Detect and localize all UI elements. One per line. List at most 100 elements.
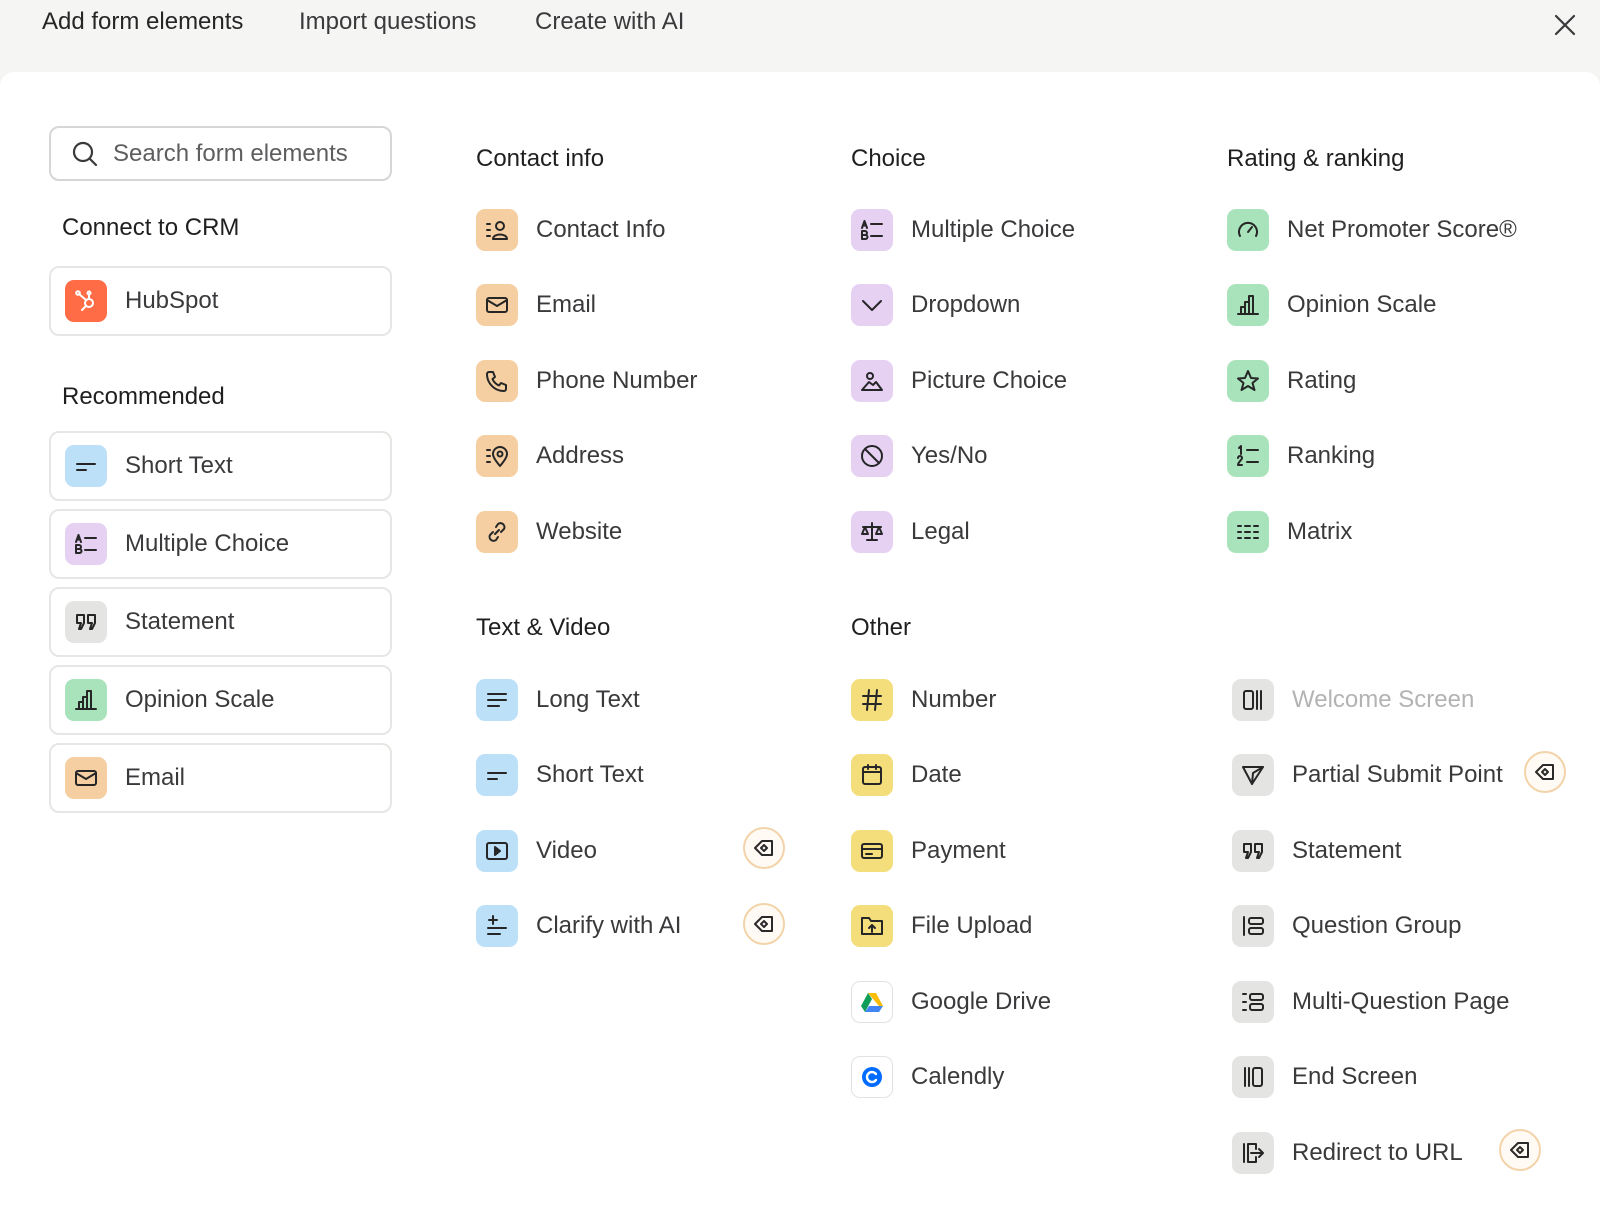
recommended-heading: Recommended [62,383,225,410]
element-short-text[interactable]: Short Text [476,753,644,797]
element-statement-label: Statement [1292,837,1402,864]
recommended-email[interactable]: Email [49,743,392,813]
short-text-icon [65,445,107,487]
element-long-text[interactable]: Long Text [476,678,640,722]
element-opinion-scale[interactable]: Opinion Scale [1227,283,1436,327]
element-dropdown[interactable]: Dropdown [851,283,1020,327]
element-long-text-label: Long Text [536,686,640,713]
element-picture-choice[interactable]: Picture Choice [851,359,1067,403]
element-number-label: Number [911,686,997,713]
bar-chart-icon [65,679,107,721]
element-multiple-choice[interactable]: Multiple Choice [851,208,1075,252]
element-number[interactable]: Number [851,678,996,722]
hubspot-icon [65,280,107,322]
element-calendly-label: Calendly [911,1063,1005,1090]
element-welcome-screen-label: Welcome Screen [1292,686,1475,713]
premium-badge[interactable] [1499,1129,1541,1171]
element-partial-submit-point[interactable]: Partial Submit Point [1232,753,1503,797]
contact-card-icon [476,209,518,251]
diamond-icon [754,916,773,932]
element-question-group[interactable]: Question Group [1232,904,1461,948]
element-clarify-with-ai[interactable]: Clarify with AI [476,904,681,948]
top-bar: Add form elements Import questions Creat… [0,0,1600,72]
element-date-label: Date [911,761,962,788]
element-clarify-with-ai-label: Clarify with AI [536,912,682,939]
element-matrix[interactable]: Matrix [1227,510,1352,554]
element-yes-no[interactable]: Yes/No [851,434,988,478]
search-icon [72,141,98,166]
element-address-label: Address [536,442,625,469]
element-google-drive[interactable]: Google Drive [851,980,1051,1024]
hubspot-label: HubSpot [125,287,219,314]
recommended-opinion-scale[interactable]: Opinion Scale [49,665,392,735]
search-box[interactable] [49,126,392,181]
quote-icon [1232,830,1274,872]
diamond-icon [754,840,773,856]
welcome-screen-icon [1232,679,1274,721]
recommended-statement[interactable]: Statement [49,587,392,657]
envelope-icon [476,284,518,326]
bar-chart-icon [1227,284,1269,326]
recommended-multiple-choice[interactable]: Multiple Choice [49,509,392,579]
element-legal[interactable]: Legal [851,510,970,554]
hubspot-item[interactable]: HubSpot [49,266,392,336]
other-heading: Other [851,614,912,641]
element-address[interactable]: Address [476,434,624,478]
recommended-email-label: Email [125,764,186,791]
gauge-icon [1227,209,1269,251]
location-pin-icon [476,435,518,477]
premium-badge[interactable] [743,903,785,945]
video-icon [476,830,518,872]
element-google-drive-label: Google Drive [911,988,1052,1015]
ai-sparkle-icon [476,905,518,947]
long-text-icon [476,679,518,721]
premium-badge[interactable] [743,827,785,869]
element-ranking-label: Ranking [1287,442,1376,469]
element-end-screen[interactable]: End Screen [1232,1055,1417,1099]
diamond-icon [1510,1142,1529,1158]
close-button[interactable] [1550,10,1580,40]
element-file-upload[interactable]: File Upload [851,904,1032,948]
element-opinion-scale-label: Opinion Scale [1287,291,1437,318]
element-end-screen-label: End Screen [1292,1063,1418,1090]
element-redirect-to-url-label: Redirect to URL [1292,1139,1463,1166]
element-email[interactable]: Email [476,283,596,327]
element-partial-submit-point-label: Partial Submit Point [1292,761,1503,788]
element-multiple-choice-label: Multiple Choice [911,216,1076,243]
recommended-short-text[interactable]: Short Text [49,431,392,501]
element-ranking[interactable]: Ranking [1227,434,1375,478]
element-rating[interactable]: Rating [1227,359,1356,403]
connect-to-crm-heading: Connect to CRM [62,214,240,241]
element-contact-info[interactable]: Contact Info [476,208,665,252]
tab-import-questions[interactable]: Import questions [299,8,476,36]
phone-icon [476,360,518,402]
element-short-text-label: Short Text [536,761,644,788]
element-statement[interactable]: Statement [1232,829,1401,873]
recommended-short-text-label: Short Text [125,452,233,479]
element-video[interactable]: Video [476,829,597,873]
element-payment[interactable]: Payment [851,829,1006,873]
element-question-group-label: Question Group [1292,912,1462,939]
star-icon [1227,360,1269,402]
search-input[interactable] [113,139,363,168]
multiple-choice-icon [65,523,107,565]
tab-create-with-ai[interactable]: Create with AI [535,8,684,36]
element-redirect-to-url[interactable]: Redirect to URL [1232,1131,1463,1175]
element-picture-choice-label: Picture Choice [911,367,1068,394]
element-email-label: Email [536,291,597,318]
yes-no-icon [851,435,893,477]
element-calendly[interactable]: Calendly [851,1055,1004,1099]
element-date[interactable]: Date [851,753,962,797]
element-website[interactable]: Website [476,510,622,554]
premium-badge[interactable] [1524,751,1566,793]
element-multi-question-page[interactable]: Multi-Question Page [1232,980,1509,1024]
recommended-multiple-choice-label: Multiple Choice [125,530,290,557]
tab-add-form-elements[interactable]: Add form elements [42,8,243,36]
element-net-promoter-score[interactable]: Net Promoter Score® [1227,208,1517,252]
picture-icon [851,360,893,402]
file-upload-icon [851,905,893,947]
element-phone-number[interactable]: Phone Number [476,359,697,403]
calendly-icon [851,1056,893,1098]
element-video-label: Video [536,837,597,864]
link-icon [476,511,518,553]
